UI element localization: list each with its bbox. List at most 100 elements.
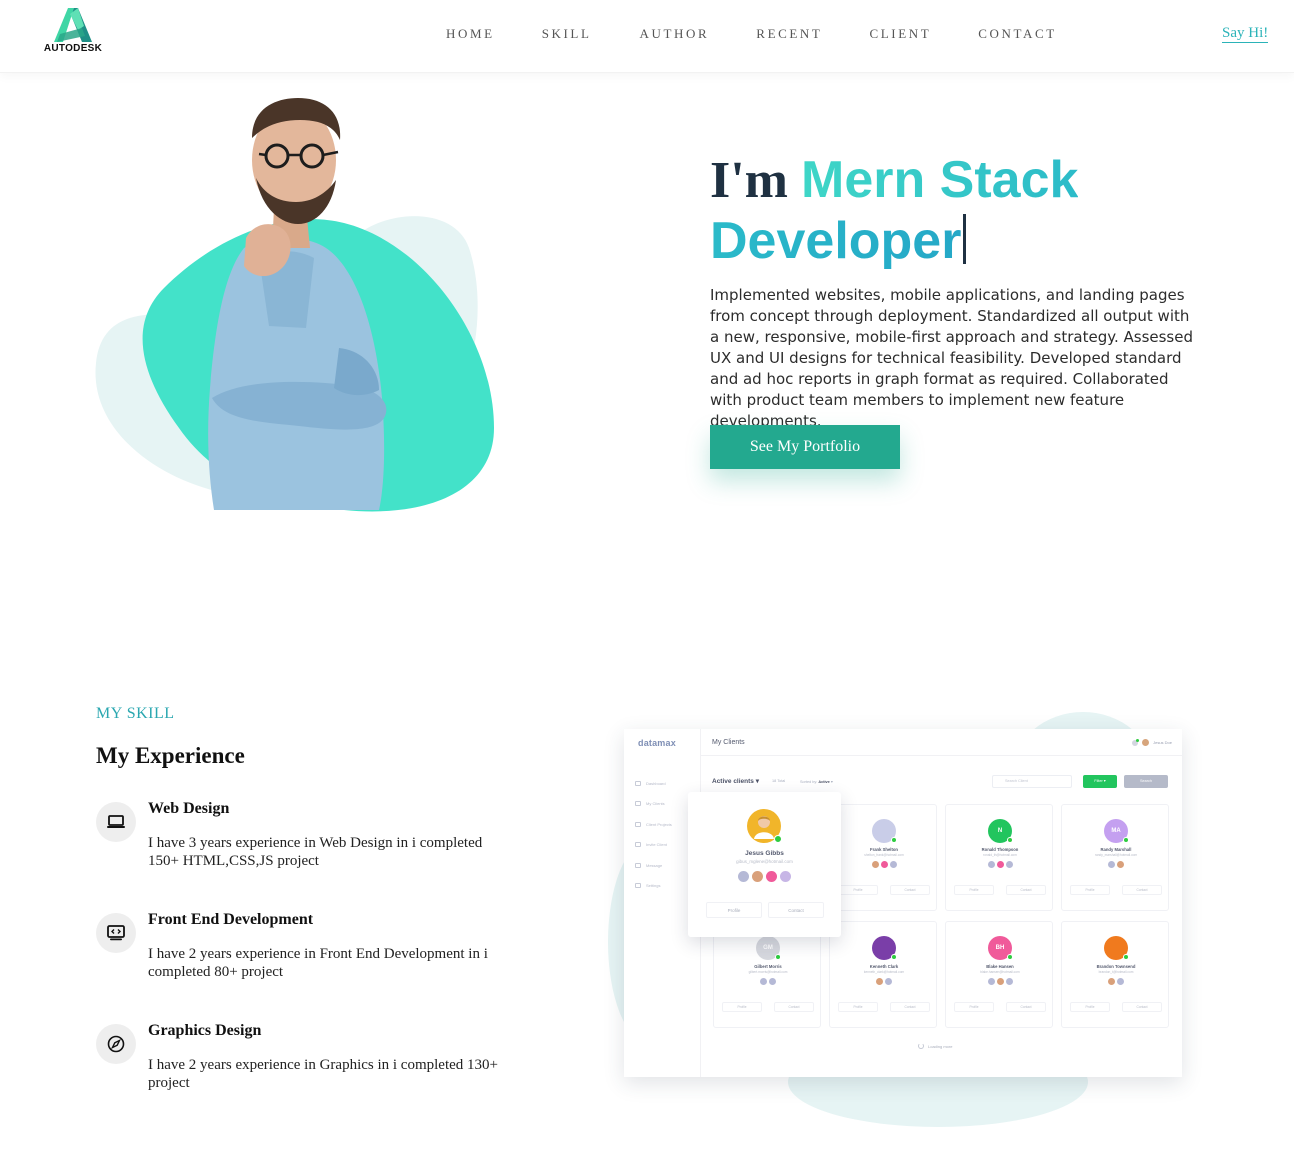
client-card-featured[interactable]: Jesus Gibbs gibus_mglene@hotmail.com Pro… [688, 792, 841, 937]
dashboard-user[interactable]: Jesus Doe [1132, 738, 1172, 746]
client-card[interactable]: BH Blake Hansen blake.hansen@hotmail.com… [945, 921, 1053, 1028]
contact-button[interactable]: Contact [890, 885, 930, 895]
nav-client[interactable]: CLIENT [869, 26, 931, 42]
site-header: AUTODESK HOME SKILL AUTHOR RECENT CLIENT… [0, 0, 1294, 73]
avatar [1142, 739, 1150, 746]
profile-button[interactable]: Profile [954, 1002, 994, 1012]
client-card[interactable]: GM Gilbert Morris gilbert.morris@hotmail… [713, 921, 821, 1028]
contact-button[interactable]: Contact [1122, 885, 1162, 895]
dashboard-topbar: My Clients Jesus Doe [701, 729, 1182, 756]
dashboard-filter-bar: Active clients ▾ 18 Total Sorted by: Act… [712, 775, 1172, 789]
hero-illustration [95, 98, 494, 512]
client-name: Blake Hansen [986, 964, 1014, 969]
profile-button[interactable]: Profile [838, 1002, 878, 1012]
say-hi-link[interactable]: Say Hi! [1222, 25, 1269, 43]
avatar [872, 936, 897, 960]
loading-more: Loading more [918, 1043, 952, 1049]
clients-total: 18 Total [772, 779, 786, 783]
client-name: Randy Marshall [1100, 847, 1132, 852]
profile-button[interactable]: Profile [706, 902, 762, 918]
client-name: Gilbert Morris [754, 964, 782, 969]
nav-recent[interactable]: RECENT [756, 26, 822, 42]
autodesk-logo[interactable]: AUTODESK [40, 8, 106, 60]
skill-title: Graphics Design [148, 1022, 262, 1039]
hero-portrait [94, 98, 498, 516]
profile-button[interactable]: Profile [838, 885, 878, 895]
dash-nav-client-projects[interactable]: Client Projects [635, 814, 672, 835]
client-card[interactable]: Kenneth Clark kenneth_clark@hotmail.com … [829, 921, 937, 1028]
profile-button[interactable]: Profile [1070, 885, 1110, 895]
client-name: Frank Shelton [870, 847, 898, 852]
hero-title: I'm Mern Stack Developer [710, 150, 1230, 272]
skill-kicker: MY SKILL [96, 705, 175, 722]
dashboard-page-title: My Clients [712, 739, 745, 746]
client-search-input[interactable]: Search Client [992, 775, 1072, 788]
client-projects [688, 871, 841, 882]
profile-button[interactable]: Profile [954, 885, 994, 895]
skill-title: Front End Development [148, 911, 314, 928]
search-button[interactable]: Search [1124, 775, 1168, 788]
dash-nav-settings[interactable]: Settings [635, 876, 672, 897]
client-actions: Profile Contact [706, 902, 824, 918]
dash-nav-dashboard[interactable]: Dashboard [635, 773, 672, 794]
contact-button[interactable]: Contact [768, 902, 824, 918]
nav-skill[interactable]: SKILL [542, 26, 592, 42]
client-email: kenneth_clark@hotmail.com [863, 970, 905, 974]
client-name: Kenneth Clark [869, 964, 899, 969]
active-clients-dropdown[interactable]: Active clients ▾ [712, 777, 759, 785]
client-email: randy_marshall@hotmail.com [1094, 853, 1138, 857]
profile-button[interactable]: Profile [722, 1002, 762, 1012]
client-card[interactable]: N Ronald Thompson ronald_th@hotmail.com … [945, 804, 1053, 911]
datamax-logo: datamax [638, 738, 676, 748]
nav-contact[interactable]: CONTACT [978, 26, 1057, 42]
code-monitor-icon [96, 913, 136, 953]
dashboard-screenshot: datamax Dashboard My Clients Client Proj… [608, 712, 1208, 1132]
avatar [872, 819, 897, 843]
client-card[interactable]: MA Randy Marshall randy_marshall@hotmail… [1061, 804, 1169, 911]
client-name: Ronald Thompson [981, 847, 1019, 852]
skill-title: Web Design [148, 800, 230, 817]
nav-home[interactable]: HOME [446, 26, 495, 42]
avatar: BH [988, 936, 1013, 960]
spinner-icon [918, 1043, 924, 1049]
client-email: gilbert.morris@hotmail.com [748, 970, 788, 974]
skill-heading: My Experience [96, 743, 245, 768]
client-card[interactable]: Brandon Townsend brandon_t@hotmail.com P… [1061, 921, 1169, 1028]
filter-button[interactable]: Filter ▾ [1083, 775, 1117, 788]
avatar: MA [1104, 819, 1129, 843]
dash-nav-my-clients[interactable]: My Clients [635, 794, 672, 815]
compass-icon [96, 1024, 136, 1064]
logo-wordmark: AUTODESK [43, 43, 103, 54]
see-portfolio-button[interactable]: See My Portfolio [710, 425, 900, 469]
avatar [1104, 936, 1129, 960]
nav-author[interactable]: AUTHOR [640, 26, 710, 42]
bell-icon[interactable] [1132, 738, 1140, 746]
client-card[interactable]: Frank Shelton shelton_frank@hotmail.com … [829, 804, 937, 911]
client-name: Jesus Gibbs [745, 850, 784, 857]
contact-button[interactable]: Contact [1006, 885, 1046, 895]
dashboard-nav: Dashboard My Clients Client Projects Inv… [635, 773, 672, 896]
sort-dropdown[interactable]: Sorted by: Active ▾ [800, 779, 833, 784]
dashboard-window: datamax Dashboard My Clients Client Proj… [624, 729, 1182, 1077]
client-email: blake.hansen@hotmail.com [980, 970, 1020, 974]
online-status [774, 835, 782, 843]
dash-nav-invite-client[interactable]: Invite Client [635, 835, 672, 856]
autodesk-a-icon [54, 8, 92, 42]
dash-nav-message[interactable]: Message [635, 855, 672, 876]
contact-button[interactable]: Contact [1006, 1002, 1046, 1012]
hero-im: I'm [710, 152, 788, 209]
client-email: gibus_mglene@hotmail.com [736, 859, 793, 864]
profile-button[interactable]: Profile [1070, 1002, 1110, 1012]
contact-button[interactable]: Contact [1122, 1002, 1162, 1012]
contact-button[interactable]: Contact [890, 1002, 930, 1012]
client-name: Brandon Townsend [1096, 964, 1136, 969]
hero-description: Implemented websites, mobile application… [710, 286, 1193, 430]
skill-text: I have 3 years experience in Web Design … [148, 835, 483, 869]
avatar [747, 809, 782, 843]
avatar: GM [756, 936, 781, 960]
main-nav: HOME SKILL AUTHOR RECENT CLIENT CONTACT [446, 26, 1057, 42]
skill-text: I have 2 years experience in Front End D… [148, 946, 488, 980]
client-email: shelton_frank@hotmail.com [864, 853, 904, 857]
typing-cursor [963, 214, 967, 264]
contact-button[interactable]: Contact [774, 1002, 814, 1012]
